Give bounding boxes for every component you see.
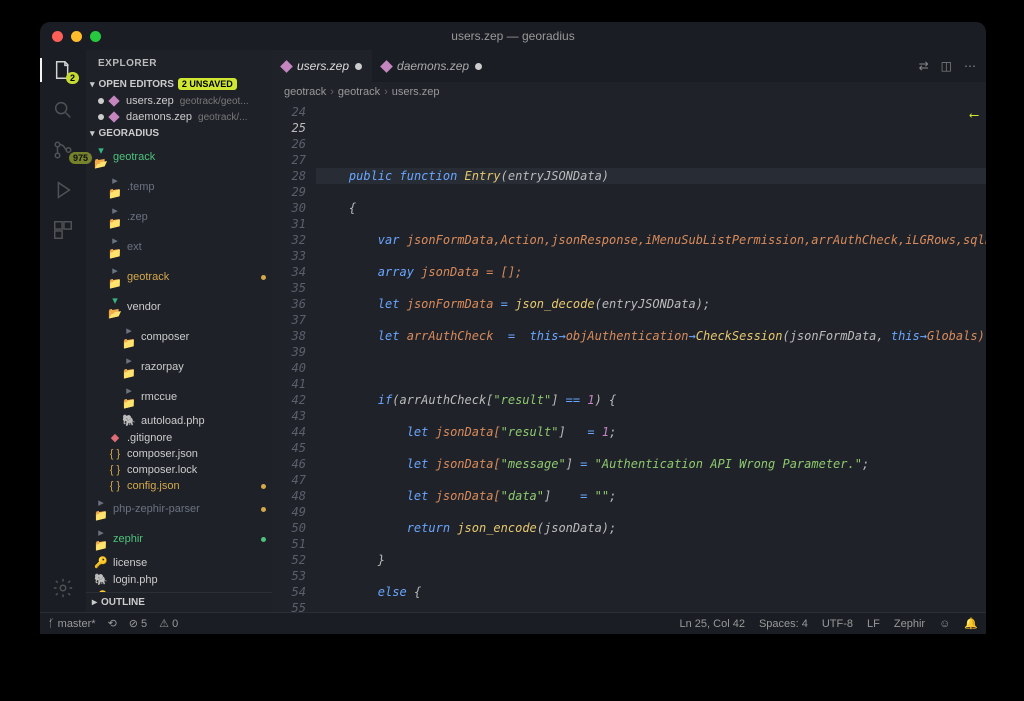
- zep-file-icon: [380, 60, 393, 73]
- tree-item[interactable]: ▸ 📁ext: [86, 232, 272, 262]
- folder-icon: ▸ 📁: [94, 496, 108, 522]
- explorer-sidebar: EXPLORER ▾ OPEN EDITORS 2 UNSAVED users.…: [86, 50, 272, 612]
- folder-open-icon: ▾ 📂: [94, 144, 108, 170]
- tree-item[interactable]: ▸ 📁.zep: [86, 202, 272, 232]
- chevron-down-icon: ▾: [90, 128, 95, 139]
- lock-icon: 🔑: [94, 556, 108, 569]
- tree-item[interactable]: 🔑license: [86, 554, 272, 571]
- status-bar: ᚶ master* ⟲ ⊘ 5 ⚠ 0 Ln 25, Col 42 Spaces…: [40, 612, 986, 634]
- json-icon: { }: [108, 480, 122, 492]
- workspace-section[interactable]: ▾ GEORADIUS: [86, 125, 272, 142]
- editor-window: users.zep — georadius 2 975: [40, 22, 986, 634]
- code-content[interactable]: ⟵ public function Entry(entryJSONData) {…: [316, 102, 986, 612]
- sync-icon[interactable]: ⟲: [108, 617, 117, 630]
- source-control-icon[interactable]: 975: [51, 138, 75, 162]
- json-icon: { }: [108, 448, 122, 460]
- git-icon: ◆: [108, 431, 122, 444]
- chevron-right-icon: ▸: [92, 597, 97, 608]
- compare-changes-icon[interactable]: ⇄: [919, 59, 929, 73]
- folder-icon: ▸ 📁: [94, 526, 108, 552]
- tab-bar: users.zep daemons.zep ⇄ ◫ ⋯: [272, 50, 986, 82]
- minimap-indicator-icon: ⟵: [970, 108, 978, 124]
- modified-dot-icon: [475, 63, 482, 70]
- titlebar: users.zep — georadius: [40, 22, 986, 50]
- status-dot-icon: [261, 275, 266, 280]
- extensions-icon[interactable]: [51, 218, 75, 242]
- tree-item[interactable]: ▸ 📁composer: [86, 322, 272, 352]
- notifications-icon[interactable]: 🔔: [964, 617, 978, 630]
- unsaved-badge: 2 UNSAVED: [178, 78, 237, 90]
- window-zoom-icon[interactable]: [90, 31, 101, 42]
- status-dot-icon: [261, 507, 266, 512]
- php-icon: 🐘: [94, 573, 108, 586]
- folder-icon: ▸ 📁: [108, 204, 122, 230]
- eol[interactable]: LF: [867, 618, 880, 630]
- activity-bar: 2 975: [40, 50, 86, 612]
- feedback-icon[interactable]: ☺: [939, 618, 950, 630]
- folder-open-icon: ▾ 📂: [108, 294, 122, 320]
- open-editors-section[interactable]: ▾ OPEN EDITORS 2 UNSAVED: [86, 75, 272, 93]
- folder-icon: ▸ 📁: [108, 234, 122, 260]
- tab-daemons-zep[interactable]: daemons.zep: [372, 50, 492, 82]
- status-dot-icon: [261, 537, 266, 542]
- explorer-icon[interactable]: 2: [40, 58, 86, 82]
- language-mode[interactable]: Zephir: [894, 618, 925, 630]
- scm-badge: 975: [69, 152, 92, 164]
- tree-item[interactable]: { }composer.lock: [86, 462, 272, 478]
- more-actions-icon[interactable]: ⋯: [964, 59, 976, 73]
- tree-item[interactable]: ▸ 📁geotrack: [86, 262, 272, 292]
- folder-icon: ▸ 📁: [108, 264, 122, 290]
- tree-item[interactable]: 🐘autoload.php: [86, 412, 272, 429]
- open-editor-item[interactable]: daemons.zep geotrack/...: [86, 109, 272, 125]
- search-icon[interactable]: [51, 98, 75, 122]
- outline-section[interactable]: ▸ OUTLINE: [86, 592, 272, 612]
- tree-item[interactable]: ▸ 📁zephir: [86, 524, 272, 554]
- settings-gear-icon[interactable]: [51, 576, 75, 600]
- modified-dot-icon: [98, 114, 104, 120]
- folder-icon: ▸ 📁: [108, 174, 122, 200]
- editor-area: users.zep daemons.zep ⇄ ◫ ⋯ geotrack› ge…: [272, 50, 986, 612]
- tree-item[interactable]: ▸ 📁.temp: [86, 172, 272, 202]
- encoding[interactable]: UTF-8: [822, 618, 853, 630]
- tab-users-zep[interactable]: users.zep: [272, 50, 372, 82]
- line-gutter: 2425262728293031323334353637383940414243…: [272, 102, 316, 612]
- split-editor-icon[interactable]: ◫: [941, 59, 952, 73]
- tree-item[interactable]: ▾ 📂vendor: [86, 292, 272, 322]
- folder-icon: ▸ 📁: [122, 354, 136, 380]
- json-icon: { }: [108, 464, 122, 476]
- folder-icon: ▸ 📁: [122, 324, 136, 350]
- code-editor[interactable]: 2425262728293031323334353637383940414243…: [272, 102, 986, 612]
- chevron-down-icon: ▾: [90, 79, 95, 90]
- tree-item[interactable]: 🐘login.php: [86, 571, 272, 588]
- indentation[interactable]: Spaces: 4: [759, 618, 808, 630]
- modified-dot-icon: [98, 98, 104, 104]
- status-dot-icon: [261, 484, 266, 489]
- tree-item[interactable]: ▸ 📁razorpay: [86, 352, 272, 382]
- tree-item[interactable]: ◆.gitignore: [86, 429, 272, 446]
- errors-count[interactable]: ⊘ 5: [129, 617, 147, 630]
- zep-file-icon: [280, 60, 293, 73]
- php-icon: 🐘: [122, 414, 136, 427]
- window-minimize-icon[interactable]: [71, 31, 82, 42]
- sidebar-title: EXPLORER: [86, 50, 272, 75]
- zep-file-icon: [108, 111, 119, 122]
- tree-item[interactable]: ▸ 📁rmccue: [86, 382, 272, 412]
- tree-item[interactable]: ▾ 📂geotrack: [86, 142, 272, 172]
- folder-icon: ▸ 📁: [122, 384, 136, 410]
- explorer-badge: 2: [66, 72, 79, 84]
- git-branch[interactable]: ᚶ master*: [48, 618, 96, 630]
- breadcrumbs[interactable]: geotrack› geotrack› users.zep: [272, 82, 986, 102]
- window-title: users.zep — georadius: [451, 29, 574, 43]
- debug-icon[interactable]: [51, 178, 75, 202]
- tree-item[interactable]: ▸ 📁php-zephir-parser: [86, 494, 272, 524]
- file-tree: ▾ 📂geotrack▸ 📁.temp▸ 📁.zep▸ 📁ext▸ 📁geotr…: [86, 142, 272, 592]
- tree-item[interactable]: { }composer.json: [86, 446, 272, 462]
- zep-file-icon: [108, 95, 119, 106]
- modified-dot-icon: [355, 63, 362, 70]
- cursor-position[interactable]: Ln 25, Col 42: [680, 618, 745, 630]
- tree-item[interactable]: { }config.json: [86, 478, 272, 494]
- open-editor-item[interactable]: users.zep geotrack/geot...: [86, 93, 272, 109]
- window-close-icon[interactable]: [52, 31, 63, 42]
- warnings-count[interactable]: ⚠ 0: [159, 617, 178, 630]
